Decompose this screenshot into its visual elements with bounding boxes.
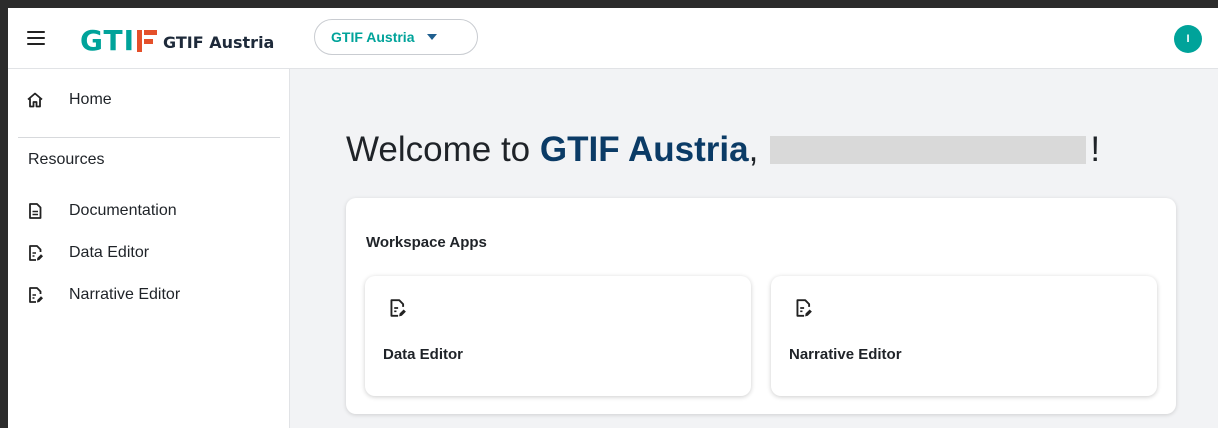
window-frame-left (0, 0, 8, 428)
instance-selector-label: GTIF Austria (331, 29, 415, 45)
workspace-apps-card: Workspace Apps Data Editor Narrative Edi… (346, 198, 1176, 414)
sidebar-item-data-editor[interactable]: Data Editor (8, 233, 289, 273)
page-title: Welcome to GTIF Austria,! (346, 130, 1100, 170)
sidebar-section-title: Resources (28, 151, 105, 168)
menu-icon[interactable] (24, 26, 48, 50)
workspace-apps-title: Workspace Apps (366, 234, 487, 251)
sidebar-item-label: Narrative Editor (69, 286, 181, 303)
welcome-comma: , (748, 130, 759, 169)
document-edit-icon (793, 298, 813, 318)
document-edit-icon (387, 298, 407, 318)
sidebar-item-label: Documentation (69, 202, 177, 219)
sidebar-item-documentation[interactable]: Documentation (8, 191, 289, 231)
document-icon (26, 202, 44, 220)
document-edit-icon (26, 286, 44, 304)
app-tile-label: Narrative Editor (789, 346, 902, 363)
logo-wordmark: GTI (80, 24, 136, 57)
app-tile-label: Data Editor (383, 346, 464, 363)
avatar[interactable]: I (1174, 25, 1202, 53)
sidebar-item-narrative-editor[interactable]: Narrative Editor (8, 275, 289, 315)
sidebar-divider (18, 137, 280, 138)
document-edit-icon (26, 244, 44, 262)
sidebar-item-label: Home (69, 91, 112, 108)
app-window: GTI GTIF Austria GTIF Austria I Home Res… (8, 8, 1218, 428)
logo-f-mark (137, 30, 158, 52)
redacted-username (770, 136, 1087, 164)
window-frame-top (0, 0, 1218, 8)
logo[interactable]: GTI GTIF Austria (80, 22, 274, 56)
sidebar-item-label: Data Editor (69, 244, 150, 261)
app-tile-data-editor[interactable]: Data Editor (365, 276, 751, 396)
sidebar: Home Resources Documentation Data Editor… (8, 69, 290, 428)
app-tile-narrative-editor[interactable]: Narrative Editor (771, 276, 1157, 396)
caret-down-icon (426, 34, 437, 40)
home-icon (26, 91, 44, 109)
welcome-suffix: ! (1090, 130, 1101, 169)
sidebar-item-home[interactable]: Home (8, 80, 289, 120)
welcome-prefix: Welcome to (346, 130, 540, 169)
instance-selector[interactable]: GTIF Austria (314, 19, 478, 55)
logo-subtitle: GTIF Austria (163, 33, 275, 52)
top-app-bar: GTI GTIF Austria GTIF Austria I (8, 8, 1218, 69)
welcome-brand: GTIF Austria (539, 130, 749, 169)
